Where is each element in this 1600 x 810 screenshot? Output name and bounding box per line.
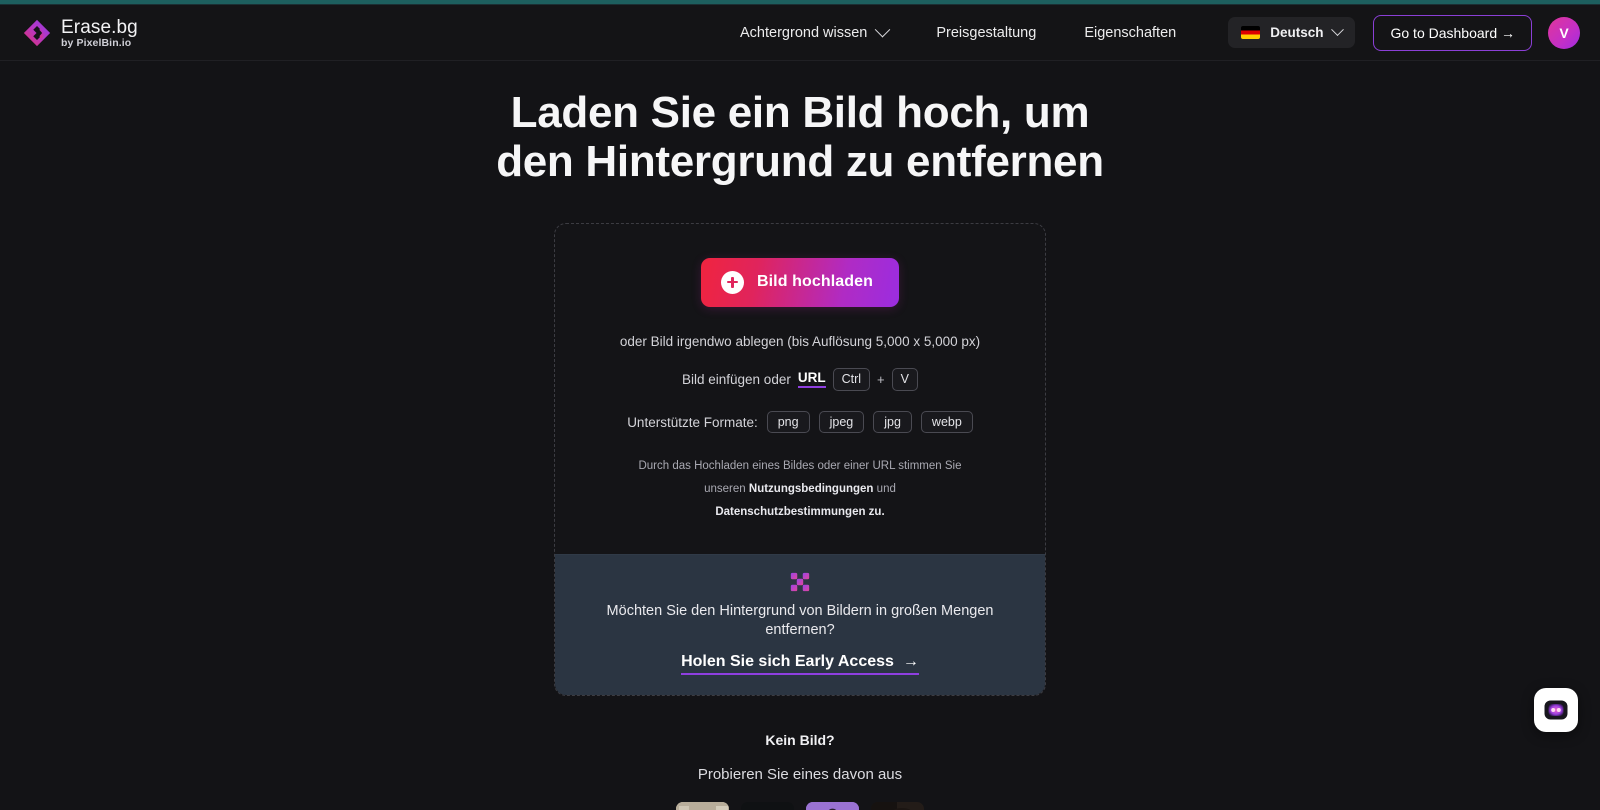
nav-label: Achtergrond wissen xyxy=(740,24,868,41)
nav-item-background-knowledge[interactable]: Achtergrond wissen xyxy=(716,17,912,49)
terms-prefix: unseren xyxy=(704,483,746,496)
chevron-down-icon xyxy=(875,21,891,38)
format-badge-jpeg: jpeg xyxy=(818,411,865,434)
sample-images-row xyxy=(676,801,924,810)
bulk-banner-text: Möchten Sie den Hintergrund von Bildern … xyxy=(606,603,994,639)
language-label: Deutsch xyxy=(1270,25,1324,40)
sample-woman-street[interactable] xyxy=(676,801,729,810)
paste-prefix-label: Bild einfügen oder xyxy=(682,371,791,387)
arrow-right-icon: → xyxy=(902,652,919,670)
site-header: Erase.bg by PixelBin.io Achtergrond wiss… xyxy=(0,5,1600,61)
plus-circle-icon xyxy=(720,270,744,294)
brand-logo[interactable]: Erase.bg by PixelBin.io xyxy=(22,17,138,49)
page-title: Laden Sie ein Bild hoch, um den Hintergr… xyxy=(496,88,1104,186)
terms-middle: und xyxy=(876,483,896,496)
sample-woman-purple[interactable] xyxy=(806,801,859,810)
early-access-link[interactable]: Holen Sie sich Early Access → xyxy=(681,653,919,675)
nav-label: Eigenschaften xyxy=(1084,24,1177,41)
key-v: V xyxy=(891,367,918,392)
terms-text: Durch das Hochladen eines Bildes oder ei… xyxy=(635,455,965,524)
main-nav: Achtergrond wissen Preisgestaltung Eigen… xyxy=(716,14,1580,51)
brand-title: Erase.bg xyxy=(61,16,138,38)
main-content: Laden Sie ein Bild hoch, um den Hintergr… xyxy=(0,61,1600,810)
paste-url-link[interactable]: URL xyxy=(797,370,826,389)
supported-formats-row: Unterstützte Formate: png jpeg jpg webp xyxy=(627,411,973,434)
nav-item-pricing[interactable]: Preisgestaltung xyxy=(912,17,1060,49)
nav-item-features[interactable]: Eigenschaften xyxy=(1060,17,1200,49)
dropzone-inner: Bild hochladen oder Bild irgendwo ablege… xyxy=(555,224,1045,555)
terms-of-use-link[interactable]: Nutzungsbedingungen xyxy=(749,483,874,495)
germany-flag-icon xyxy=(1241,26,1261,39)
key-ctrl: Ctrl xyxy=(832,367,871,392)
format-badge-jpg: jpg xyxy=(873,411,912,434)
sample-man-portrait[interactable] xyxy=(871,801,924,810)
nav-label: Preisgestaltung xyxy=(936,24,1037,41)
paste-row: Bild einfügen oder URL Ctrl + V xyxy=(682,367,918,392)
key-plus-separator: + xyxy=(877,371,885,387)
drop-hint-text: oder Bild irgendwo ablegen (bis Auflösun… xyxy=(619,333,981,349)
brand-text: Erase.bg by PixelBin.io xyxy=(61,17,138,49)
language-selector[interactable]: Deutsch xyxy=(1228,17,1356,48)
upload-image-button[interactable]: Bild hochladen xyxy=(700,257,900,307)
chevron-down-icon xyxy=(1331,23,1345,37)
early-access-label: Holen Sie sich Early Access xyxy=(681,652,894,670)
sample-black-car[interactable] xyxy=(741,801,794,810)
try-these-subheading: Probieren Sie eines davon aus xyxy=(697,765,903,783)
chat-widget-button[interactable] xyxy=(1534,688,1578,732)
chat-bot-icon xyxy=(1544,700,1568,720)
user-avatar[interactable]: V xyxy=(1548,16,1580,49)
bulk-grid-icon xyxy=(790,573,810,592)
format-badge-png: png xyxy=(766,411,810,434)
bulk-early-access-banner: Möchten Sie den Hintergrund von Bildern … xyxy=(555,554,1045,695)
upload-dropzone[interactable]: Bild hochladen oder Bild irgendwo ablege… xyxy=(554,222,1046,696)
privacy-policy-link[interactable]: Datenschutzbestimmungen zu. xyxy=(715,506,884,518)
upload-button-label: Bild hochladen xyxy=(756,273,874,291)
format-badge-webp: webp xyxy=(920,411,973,434)
brand-subtitle: by PixelBin.io xyxy=(61,36,132,49)
supported-formats-label: Unterstützte Formate: xyxy=(627,414,758,430)
go-to-dashboard-button[interactable]: Go to Dashboard → xyxy=(1373,14,1532,51)
no-image-heading: Kein Bild? xyxy=(765,731,835,748)
terms-line-1: Durch das Hochladen eines Bildes oder ei… xyxy=(638,460,962,473)
erasebg-diamond-logo-icon xyxy=(23,19,51,46)
